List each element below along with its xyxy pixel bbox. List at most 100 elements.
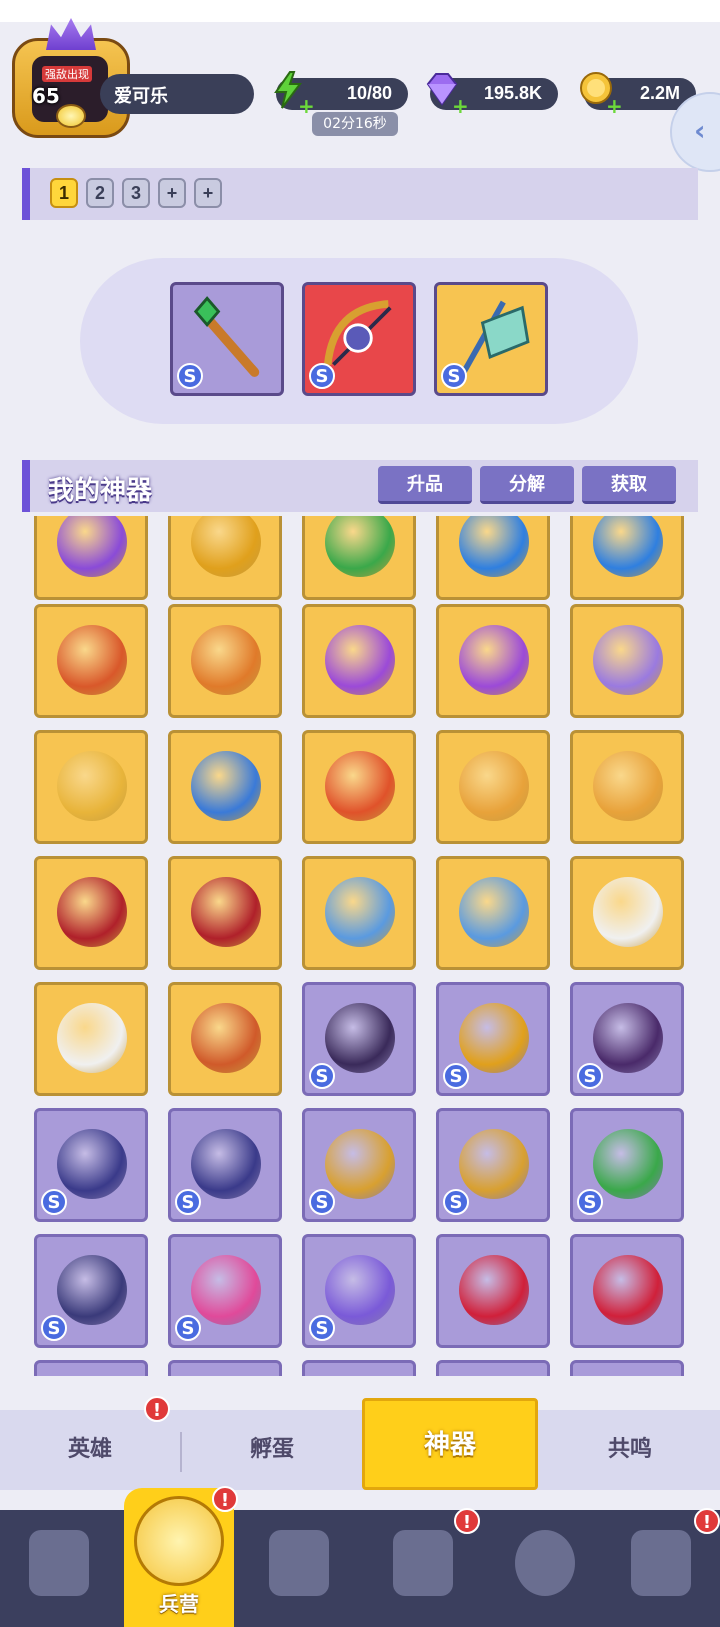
- artifact-cell[interactable]: [436, 730, 550, 844]
- artifact-cell[interactable]: [302, 856, 416, 970]
- add-gems-icon[interactable]: +: [452, 96, 469, 116]
- tab-artifacts[interactable]: 神器: [362, 1398, 538, 1490]
- artifact-cell[interactable]: [168, 604, 282, 718]
- artifact-cell[interactable]: [570, 516, 684, 600]
- tab-heroes[interactable]: 英雄: [0, 1410, 180, 1490]
- artifact-cell[interactable]: [34, 516, 148, 600]
- shield-banner-icon: [631, 1530, 691, 1596]
- dark-armor-icon: [593, 1003, 663, 1073]
- upgrade-button[interactable]: 升品: [378, 466, 472, 504]
- stopwatch-icon: [325, 877, 395, 947]
- nav-mushroom[interactable]: [500, 1520, 590, 1616]
- nav-map[interactable]: [254, 1520, 344, 1616]
- artifact-cell[interactable]: S: [570, 1108, 684, 1222]
- artifact-cell[interactable]: [168, 516, 282, 600]
- energy-value: 10/80: [346, 83, 392, 103]
- artifact-cell[interactable]: [302, 1360, 416, 1376]
- tab-resonance[interactable]: 共鸣: [540, 1410, 720, 1490]
- nav-shield[interactable]: [616, 1520, 706, 1616]
- preset-2-button[interactable]: 2: [86, 178, 114, 208]
- artifact-cell[interactable]: [34, 982, 148, 1096]
- artifact-cell[interactable]: [436, 856, 550, 970]
- artifact-cell[interactable]: S: [302, 982, 416, 1096]
- rarity-s-badge: S: [177, 363, 203, 389]
- equipped-slot-1[interactable]: S: [170, 282, 284, 396]
- artifact-cell[interactable]: [168, 730, 282, 844]
- artifact-cell[interactable]: [168, 856, 282, 970]
- rarity-s-badge: S: [175, 1189, 201, 1215]
- player-name-pill[interactable]: 爱可乐: [100, 74, 254, 114]
- artifact-cell[interactable]: [302, 604, 416, 718]
- mushroom-icon: [515, 1530, 575, 1596]
- scroll-icon: [459, 751, 529, 821]
- rarity-s-badge: S: [577, 1189, 603, 1215]
- artifact-cell[interactable]: S: [168, 1234, 282, 1348]
- artifact-cell[interactable]: [34, 604, 148, 718]
- artifact-cell[interactable]: [436, 1360, 550, 1376]
- artifact-cell[interactable]: [436, 516, 550, 600]
- starry-bow-icon: [57, 1255, 127, 1325]
- dice-icon: [593, 877, 663, 947]
- gem-counter[interactable]: + 195.8K: [426, 73, 558, 116]
- dark-dagger-icon: [325, 1003, 395, 1073]
- artifact-cell[interactable]: S: [436, 982, 550, 1096]
- artifact-cell[interactable]: [570, 604, 684, 718]
- castle-icon: [393, 1530, 453, 1596]
- artifact-cell[interactable]: S: [570, 982, 684, 1096]
- artifact-cell[interactable]: [168, 982, 282, 1096]
- pink-potion-icon: [191, 1255, 261, 1325]
- artifact-cell[interactable]: S: [34, 1108, 148, 1222]
- artifact-cell[interactable]: [570, 730, 684, 844]
- barracks-icon: [134, 1496, 224, 1586]
- artifact-grid[interactable]: S S S S S S S S S S S: [0, 516, 720, 1376]
- artifact-cell[interactable]: [34, 1360, 148, 1376]
- artifact-cell[interactable]: [570, 1234, 684, 1348]
- equipped-slot-3[interactable]: S: [434, 282, 548, 396]
- artifact-cell[interactable]: [436, 1234, 550, 1348]
- nav-castle[interactable]: [378, 1520, 468, 1616]
- add-preset-button[interactable]: +: [194, 178, 222, 208]
- dark-wing-icon: [191, 1129, 261, 1199]
- add-preset-button[interactable]: +: [158, 178, 186, 208]
- dice-icon: [57, 1003, 127, 1073]
- avatar-tag: 强敌出现: [42, 66, 92, 82]
- scroll-icon: [593, 751, 663, 821]
- equipped-slot-2[interactable]: S: [302, 282, 416, 396]
- rarity-s-badge: S: [309, 1315, 335, 1341]
- maple-leaf-icon: [57, 625, 127, 695]
- energy-counter[interactable]: + 10/80: [274, 71, 408, 116]
- artifact-cell[interactable]: [302, 516, 416, 600]
- bottom-nav: ! !: [0, 1508, 720, 1627]
- obtain-button[interactable]: 获取: [582, 466, 676, 504]
- artifact-cell[interactable]: S: [302, 1234, 416, 1348]
- artifact-cell[interactable]: [570, 1360, 684, 1376]
- rarity-s-badge: S: [443, 1063, 469, 1089]
- add-coins-icon[interactable]: +: [606, 96, 623, 116]
- nav-barracks-label: 兵营: [159, 1592, 199, 1616]
- artifact-cell[interactable]: [570, 856, 684, 970]
- heart-crown-icon: [459, 1255, 529, 1325]
- artifact-cell[interactable]: S: [168, 1108, 282, 1222]
- rarity-s-badge: S: [41, 1315, 67, 1341]
- nav-barracks[interactable]: 兵营 !: [124, 1486, 238, 1627]
- artifact-cell[interactable]: [34, 730, 148, 844]
- rarity-s-badge: S: [309, 363, 335, 389]
- drum-icon: [191, 1003, 261, 1073]
- artifact-cell[interactable]: S: [302, 1108, 416, 1222]
- tab-hatch[interactable]: 孵蛋: [182, 1410, 362, 1490]
- decompose-button[interactable]: 分解: [480, 466, 574, 504]
- blue-flame-torch-icon: [191, 751, 261, 821]
- artifact-cell[interactable]: [436, 604, 550, 718]
- nav-cards[interactable]: [14, 1520, 104, 1616]
- bell-icon: [191, 625, 261, 695]
- artifact-cell[interactable]: S: [34, 1234, 148, 1348]
- preset-3-button[interactable]: 3: [122, 178, 150, 208]
- rarity-s-badge: S: [309, 1189, 335, 1215]
- artifact-cell[interactable]: [302, 730, 416, 844]
- rarity-s-badge: S: [577, 1063, 603, 1089]
- artifact-cell[interactable]: S: [436, 1108, 550, 1222]
- artifact-cell[interactable]: [168, 1360, 282, 1376]
- add-energy-icon[interactable]: +: [298, 96, 315, 116]
- artifact-cell[interactable]: [34, 856, 148, 970]
- preset-1-button[interactable]: 1: [50, 178, 78, 208]
